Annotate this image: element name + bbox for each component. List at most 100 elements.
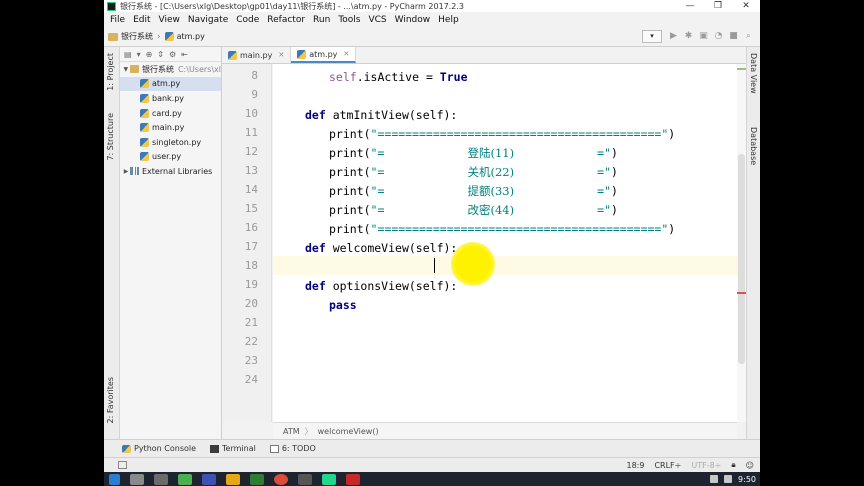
tab-label: 6: TODO (281, 444, 316, 453)
line-number: 14 (244, 183, 258, 196)
nav-separator: › (157, 31, 161, 42)
tab-sciview[interactable]: Data View (749, 53, 758, 94)
nav-crumb-file[interactable]: atm.py (164, 32, 205, 41)
code-line-13: print("= 关机(22) =") (329, 163, 618, 182)
app-icon[interactable] (202, 473, 216, 485)
code-token: .isActive = (356, 70, 440, 84)
profile-icon[interactable]: ◔ (711, 30, 726, 43)
line-number: 17 (244, 240, 258, 253)
debug-icon[interactable]: ✱ (681, 30, 696, 43)
nav-crumb-project[interactable]: 银行系统 (108, 31, 153, 42)
network-icon[interactable] (710, 475, 719, 483)
python-file-icon (140, 137, 149, 147)
search-everywhere-icon[interactable]: ⌕ (741, 30, 756, 43)
run-toolbar: ▾ ▶ ✱ ▣ ◔ ■ ⌕ (642, 30, 756, 43)
close-button[interactable]: ✕ (732, 1, 760, 11)
sync-icon[interactable]: ⊕ (146, 50, 153, 59)
tab-structure[interactable]: 7: Structure (106, 113, 115, 161)
tree-file-bank[interactable]: bank.py (120, 91, 221, 106)
inspection-marker[interactable] (737, 68, 746, 70)
project-view-icon[interactable]: ▤ (124, 50, 132, 59)
menu-code[interactable]: Code (232, 15, 263, 25)
lock-icon[interactable]: 🔒︎ (731, 460, 735, 470)
menu-edit[interactable]: Edit (129, 15, 154, 25)
run-icon[interactable]: ▶ (666, 30, 681, 43)
tree-root[interactable]: ▼ 银行系统 C:\Users\xl (120, 62, 221, 77)
hide-icon[interactable]: ⇤ (181, 50, 188, 59)
run-config-dropdown[interactable]: ▾ (642, 30, 662, 43)
expand-arrow-icon[interactable]: ▼ (122, 66, 130, 73)
string-token: 登陆(11) (467, 146, 515, 160)
menu-navigate[interactable]: Navigate (184, 15, 232, 25)
line-number: 13 (244, 164, 258, 177)
close-tab-icon[interactable]: ✕ (343, 50, 349, 58)
scrollbar-thumb[interactable] (738, 154, 745, 364)
clock[interactable]: 9:50 (738, 475, 756, 484)
menu-window[interactable]: Window (391, 15, 435, 25)
project-view-dropdown-icon[interactable]: ▾ (137, 50, 141, 59)
code-editor[interactable]: self.isActive = True def atmInitView(sel… (273, 64, 737, 422)
tree-file-label: singleton.py (152, 137, 202, 147)
editor-scrollbar[interactable] (737, 64, 746, 422)
stop-icon[interactable]: ■ (726, 30, 741, 43)
folder-icon[interactable] (226, 473, 240, 485)
collapse-icon[interactable]: ⇕ (157, 50, 164, 59)
menu-run[interactable]: Run (309, 15, 334, 25)
tab-terminal[interactable]: Terminal (210, 444, 256, 453)
string-token: =" (514, 203, 612, 217)
windows-taskbar: 9:50 (104, 472, 760, 486)
tab-python-console[interactable]: Python Console (122, 444, 196, 453)
tree-file-card[interactable]: card.py (120, 106, 221, 121)
minimize-button[interactable]: — (676, 1, 704, 11)
breadcrumb-method[interactable]: welcomeView() (318, 427, 379, 436)
app-icon[interactable] (178, 473, 192, 485)
python-file-icon (140, 152, 149, 162)
menu-tools[interactable]: Tools (334, 15, 364, 25)
menu-refactor[interactable]: Refactor (263, 15, 309, 25)
line-number: 24 (244, 373, 258, 386)
cursor-position[interactable]: 18:9 (626, 461, 644, 470)
menu-help[interactable]: Help (434, 15, 463, 25)
tree-root-label: 银行系统 (141, 64, 174, 74)
code-token: ) (668, 222, 676, 236)
file-encoding[interactable]: UTF-8÷ (691, 461, 721, 470)
inspector-icon[interactable]: ☺ (746, 461, 754, 470)
app-icon[interactable] (250, 473, 264, 485)
tab-atm-py[interactable]: atm.py ✕ (291, 47, 357, 63)
tab-project[interactable]: 1: Project (106, 53, 115, 91)
gear-icon[interactable]: ⚙ (169, 50, 176, 59)
collapse-arrow-icon[interactable]: ▶ (122, 168, 130, 175)
pycharm-icon[interactable] (322, 473, 336, 485)
app-icon[interactable] (346, 473, 360, 485)
tab-todo[interactable]: 6: TODO (269, 444, 316, 453)
line-separator[interactable]: CRLF÷ (654, 461, 681, 470)
menu-vcs[interactable]: VCS (364, 15, 390, 25)
start-icon[interactable] (109, 473, 120, 485)
search-icon[interactable] (130, 473, 144, 485)
menu-view[interactable]: View (155, 15, 184, 25)
code-line-20: pass (329, 296, 357, 315)
tab-favorites[interactable]: 2: Favorites (106, 377, 115, 423)
python-file-icon (164, 32, 174, 41)
editor-gutter[interactable]: 8 9 10 11 12 13 14 15 16 17 18 19 20 21 … (222, 64, 272, 422)
maximize-button[interactable]: ❐ (704, 1, 732, 11)
volume-icon[interactable] (724, 475, 733, 483)
tree-external-libraries[interactable]: ▶ External Libraries (120, 164, 221, 179)
tree-file-main[interactable]: main.py (120, 120, 221, 135)
tree-file-singleton[interactable]: singleton.py (120, 135, 221, 150)
tree-file-user[interactable]: user.py (120, 150, 221, 165)
app-icon[interactable] (298, 473, 312, 485)
chrome-icon[interactable] (274, 473, 288, 485)
task-view-icon[interactable] (154, 473, 168, 485)
error-marker[interactable] (737, 292, 746, 294)
tab-main-py[interactable]: main.py ✕ (222, 47, 292, 63)
string-token: 提额(33) (467, 184, 515, 198)
coverage-icon[interactable]: ▣ (696, 30, 711, 43)
library-icon (130, 167, 139, 176)
tool-window-toggle-icon[interactable] (118, 461, 127, 469)
breadcrumb-class[interactable]: ATM (283, 427, 300, 436)
tree-file-atm[interactable]: atm.py (120, 76, 221, 92)
menu-file[interactable]: File (106, 15, 129, 25)
tab-database[interactable]: Database (749, 127, 758, 165)
close-tab-icon[interactable]: ✕ (278, 51, 284, 59)
